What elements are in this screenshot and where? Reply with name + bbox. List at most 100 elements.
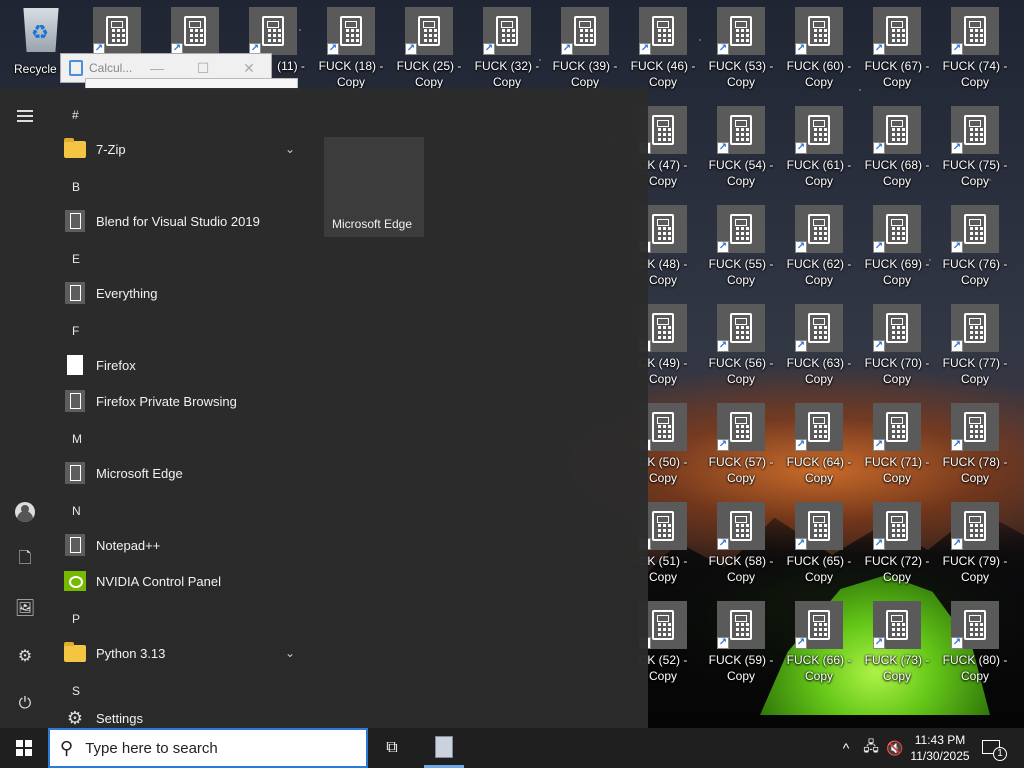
- desktop-shortcut[interactable]: ↗ FUCK (25) - Copy: [392, 0, 466, 92]
- desktop-shortcut[interactable]: ↗ FUCK (62) - Copy: [782, 198, 856, 290]
- desktop-shortcut-label: FUCK (54) - Copy: [708, 158, 774, 188]
- calculator-icon: ↗: [795, 106, 843, 154]
- calculator-icon: ↗: [951, 106, 999, 154]
- desktop-shortcut[interactable]: ↗ FUCK (79) - Copy: [938, 495, 1012, 587]
- calculator-icon: ↗: [717, 106, 765, 154]
- documents-button[interactable]: 🗋: [9, 544, 41, 576]
- desktop-shortcut[interactable]: ↗ FUCK (63) - Copy: [782, 297, 856, 389]
- app-item-everything[interactable]: Everything: [60, 277, 305, 309]
- start-button[interactable]: [0, 728, 48, 768]
- nvidia-icon: [64, 571, 86, 591]
- letter-header[interactable]: S: [72, 684, 80, 698]
- shortcut-arrow-icon: ↗: [717, 538, 729, 550]
- pictures-button[interactable]: 🖼: [9, 592, 41, 624]
- desktop-shortcut[interactable]: ↗ FUCK (61) - Copy: [782, 99, 856, 191]
- action-center-button[interactable]: 1: [980, 734, 1008, 762]
- shortcut-arrow-icon: ↗: [873, 241, 885, 253]
- tile-microsoft-edge[interactable]: Microsoft Edge: [324, 137, 424, 237]
- desktop-shortcut[interactable]: ↗ FUCK (75) - Copy: [938, 99, 1012, 191]
- desktop-shortcut[interactable]: ↗ FUCK (77) - Copy: [938, 297, 1012, 389]
- shortcut-arrow-icon: ↗: [873, 142, 885, 154]
- close-button[interactable]: ✕: [237, 57, 261, 79]
- chevron-down-icon[interactable]: ⌄: [285, 646, 295, 660]
- desktop-shortcut[interactable]: ↗ FUCK (66) - Copy: [782, 594, 856, 686]
- desktop-shortcut-label: FUCK (59) - Copy: [708, 653, 774, 683]
- calculator-icon: ↗: [717, 7, 765, 55]
- power-icon: ⏻: [18, 695, 32, 712]
- letter-header[interactable]: B: [72, 180, 80, 194]
- desktop-shortcut[interactable]: ↗ FUCK (56) - Copy: [704, 297, 778, 389]
- app-item-nvidia[interactable]: NVIDIA Control Panel: [60, 565, 305, 597]
- desktop-shortcut[interactable]: ↗ FUCK (68) - Copy: [860, 99, 934, 191]
- desktop-shortcut-label: FUCK (71) - Copy: [864, 455, 930, 485]
- desktop-shortcut[interactable]: ↗ FUCK (80) - Copy: [938, 594, 1012, 686]
- desktop-shortcut[interactable]: ↗ FUCK (55) - Copy: [704, 198, 778, 290]
- desktop-shortcut[interactable]: ↗ FUCK (74) - Copy: [938, 0, 1012, 92]
- shortcut-arrow-icon: ↗: [795, 439, 807, 451]
- settings-button[interactable]: ⚙: [9, 640, 41, 672]
- letter-header[interactable]: E: [72, 252, 80, 266]
- taskbar-calculator-button[interactable]: [424, 728, 464, 768]
- desktop-shortcut[interactable]: ↗ FUCK (72) - Copy: [860, 495, 934, 587]
- desktop-shortcut[interactable]: ↗ FUCK (39) - Copy: [548, 0, 622, 92]
- app-item-label: Blend for Visual Studio 2019: [96, 213, 260, 229]
- desktop-shortcut[interactable]: ↗ FUCK (59) - Copy: [704, 594, 778, 686]
- desktop-shortcut[interactable]: ↗ FUCK (67) - Copy: [860, 0, 934, 92]
- desktop-shortcut[interactable]: ↗ FUCK (54) - Copy: [704, 99, 778, 191]
- calculator-icon: ↗: [951, 502, 999, 550]
- minimize-button[interactable]: —: [145, 57, 169, 79]
- user-account-button[interactable]: [9, 496, 41, 528]
- clock[interactable]: 11:43 PM 11/30/2025: [906, 732, 974, 764]
- letter-header[interactable]: N: [72, 504, 81, 518]
- desktop-shortcut[interactable]: ↗ FUCK (58) - Copy: [704, 495, 778, 587]
- desktop-shortcut[interactable]: ↗ FUCK (57) - Copy: [704, 396, 778, 488]
- desktop-shortcut[interactable]: ↗ FUCK (18) - Copy: [314, 0, 388, 92]
- app-item-blend[interactable]: Blend for Visual Studio 2019: [60, 205, 305, 237]
- letter-header[interactable]: #: [72, 108, 79, 122]
- app-item-microsoft-edge[interactable]: Microsoft Edge: [60, 457, 305, 489]
- letter-header[interactable]: M: [72, 432, 82, 446]
- shortcut-arrow-icon: ↗: [327, 43, 339, 55]
- desktop-shortcut[interactable]: ↗ FUCK (53) - Copy: [704, 0, 778, 92]
- search-box[interactable]: ⚲ Type here to search: [48, 728, 368, 768]
- app-item-settings[interactable]: ⚙ Settings: [60, 702, 305, 728]
- desktop-shortcut[interactable]: ↗ FUCK (60) - Copy: [782, 0, 856, 92]
- show-hidden-icons-button[interactable]: ^: [836, 728, 856, 768]
- desktop-shortcut[interactable]: ↗ FUCK (69) - Copy: [860, 198, 934, 290]
- desktop-shortcut[interactable]: ↗ FUCK (70) - Copy: [860, 297, 934, 389]
- desktop-shortcut[interactable]: ↗ FUCK (71) - Copy: [860, 396, 934, 488]
- maximize-button[interactable]: ☐: [191, 57, 215, 79]
- desktop-shortcut[interactable]: ↗ FUCK (46) - Copy: [626, 0, 700, 92]
- volume-button[interactable]: 🔇: [884, 728, 906, 768]
- app-item-7zip[interactable]: 7-Zip ⌄: [60, 133, 305, 165]
- network-button[interactable]: 🖧: [860, 728, 882, 768]
- task-view-icon: ⧉: [386, 739, 398, 756]
- desktop-shortcut[interactable]: ↗ FUCK (73) - Copy: [860, 594, 934, 686]
- app-item-firefox-private[interactable]: Firefox Private Browsing: [60, 385, 305, 417]
- app-item-firefox[interactable]: Firefox: [60, 349, 305, 381]
- desktop-shortcut-label: FUCK (67) - Copy: [864, 59, 930, 89]
- desktop-shortcut-label: FUCK (72) - Copy: [864, 554, 930, 584]
- app-item-label: NVIDIA Control Panel: [96, 573, 222, 589]
- desktop-shortcut-label: FUCK (39) - Copy: [552, 59, 618, 89]
- calculator-icon: ↗: [717, 304, 765, 352]
- app-item-notepadpp[interactable]: Notepad++: [60, 529, 305, 561]
- expand-menu-button[interactable]: [9, 100, 41, 132]
- power-button[interactable]: ⏻: [9, 688, 41, 720]
- app-item-python[interactable]: Python 3.13 ⌄: [60, 637, 305, 669]
- letter-header[interactable]: F: [72, 324, 79, 338]
- desktop-shortcut[interactable]: ↗ FUCK (76) - Copy: [938, 198, 1012, 290]
- letter-header[interactable]: P: [72, 612, 80, 626]
- shortcut-arrow-icon: ↗: [873, 538, 885, 550]
- chevron-down-icon[interactable]: ⌄: [285, 142, 295, 156]
- desktop-shortcut[interactable]: ↗ FUCK (32) - Copy: [470, 0, 544, 92]
- desktop-shortcut-label: FUCK (77) - Copy: [942, 356, 1008, 386]
- user-icon: [15, 502, 35, 522]
- desktop-shortcut-label: FUCK (57) - Copy: [708, 455, 774, 485]
- desktop-shortcut-label: FUCK (61) - Copy: [786, 158, 852, 188]
- desktop-shortcut[interactable]: ↗ FUCK (65) - Copy: [782, 495, 856, 587]
- desktop-shortcut[interactable]: ↗ FUCK (78) - Copy: [938, 396, 1012, 488]
- task-view-button[interactable]: ⧉: [380, 736, 404, 760]
- desktop-shortcut[interactable]: ↗ FUCK (64) - Copy: [782, 396, 856, 488]
- windows-logo-icon: [16, 740, 32, 756]
